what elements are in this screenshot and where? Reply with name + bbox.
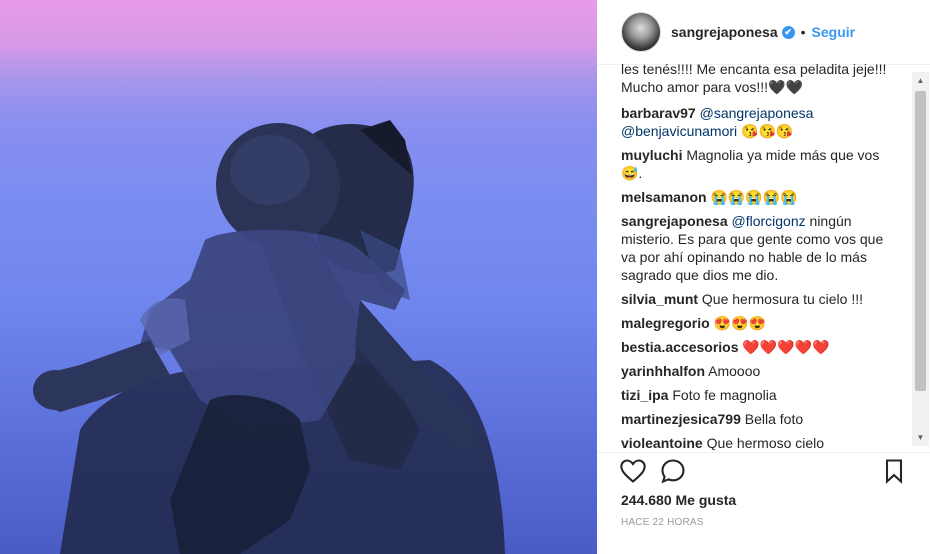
comment-item: melsamanon 😭😭😭😭😭 [621,188,907,206]
scroll-down-icon[interactable]: ▼ [912,429,929,446]
comment-item: violeantoine Que hermoso cielo [621,434,907,450]
comment-username[interactable]: malegregorio [621,315,710,331]
post-photo[interactable] [0,0,597,554]
comment-text-line: sagrado que dios me dio. [621,267,779,283]
comment-text: Que hermosura tu cielo !!! [701,291,863,307]
post-username[interactable]: sangrejaponesa [671,24,778,40]
comment-text-line: misterio. Es para que gente como vos que [621,231,884,247]
comment-emoji: ❤️❤️❤️❤️❤️ [742,339,830,355]
comment-emoji: 😭😭😭😭😭 [710,189,798,205]
comment-emoji: 😍😍😍 [713,315,766,331]
comment-text-line: va por ahí opinando no hable de lo más [621,249,867,265]
silhouette-illustration [33,120,505,554]
scrollbar-thumb[interactable] [915,91,926,391]
comment-item: muyluchi Magnolia ya mide más que vos 😅. [621,146,907,182]
verified-badge-icon: ✔ [781,25,795,39]
comment-mention[interactable]: @benjavicunamori [621,123,737,139]
comment-emoji: 😅. [621,165,643,181]
comment-emoji: 😘😘😘 [741,123,794,139]
heart-icon[interactable] [619,457,647,485]
post-timestamp[interactable]: HACE 22 HORAS [621,517,704,528]
comment-username[interactable]: silvia_munt [621,291,698,307]
comment-item: sangrejaponesa @florcigonz ningún mister… [621,212,907,284]
follow-button[interactable]: Seguir [812,24,856,40]
comment-username[interactable]: martinezjesica799 [621,411,741,427]
comment-text: Mucho amor para vos!!!🖤🖤 [621,79,803,95]
comment-username[interactable]: muyluchi [621,147,682,163]
post-actions [597,452,930,491]
comment-item: tizi_ipa Foto fe magnolia [621,386,907,404]
scroll-up-icon[interactable]: ▲ [912,72,929,89]
comment-mention[interactable]: @florcigonz [732,213,806,229]
comment-text: Bella foto [744,411,804,427]
post-side-panel: sangrejaponesa ✔ • Seguir les tenés!!!! … [597,0,930,554]
comment-text: Foto fe magnolia [672,387,777,403]
comment-item: silvia_munt Que hermosura tu cielo !!! [621,290,907,308]
comment-username[interactable]: melsamanon [621,189,707,205]
comments-scrollbar[interactable]: ▲ ▼ [912,72,929,446]
comment-username[interactable]: bestia.accesorios [621,339,739,355]
comment-item: malegregorio 😍😍😍 [621,314,907,332]
comment-item: Mucho amor para vos!!!🖤🖤 [621,78,907,96]
comments-list[interactable]: les tenés!!!! Me encanta esa peladita je… [621,64,907,450]
comment-item: barbarav97 @sangrejaponesa @benjavicunam… [621,104,907,140]
comment-text: Magnolia ya mide más que vos [686,147,880,163]
comment-item: bestia.accesorios ❤️❤️❤️❤️❤️ [621,338,907,356]
comment-text: Que hermoso cielo [706,435,825,450]
comment-username[interactable]: barbarav97 [621,105,696,121]
comment-text: ningún [809,213,852,229]
comment-username[interactable]: violeantoine [621,435,703,450]
comment-text: les tenés!!!! Me encanta esa peladita je… [621,64,887,77]
avatar[interactable] [621,12,661,52]
comment-item: les tenés!!!! Me encanta esa peladita je… [621,64,907,78]
comment-icon[interactable] [659,457,687,485]
comment-username[interactable]: tizi_ipa [621,387,668,403]
comment-text: Amoooo [708,363,761,379]
separator-dot: • [800,24,806,40]
comment-username[interactable]: yarinhhalfon [621,363,705,379]
comment-item: martinezjesica799 Bella foto [621,410,907,428]
bookmark-icon[interactable] [880,457,908,485]
likes-count[interactable]: 244.680 Me gusta [621,492,736,508]
comment-username[interactable]: sangrejaponesa [621,213,728,229]
comment-mention[interactable]: @sangrejaponesa [700,105,814,121]
post-header: sangrejaponesa ✔ • Seguir [597,0,930,65]
comment-item: yarinhhalfon Amoooo [621,362,907,380]
